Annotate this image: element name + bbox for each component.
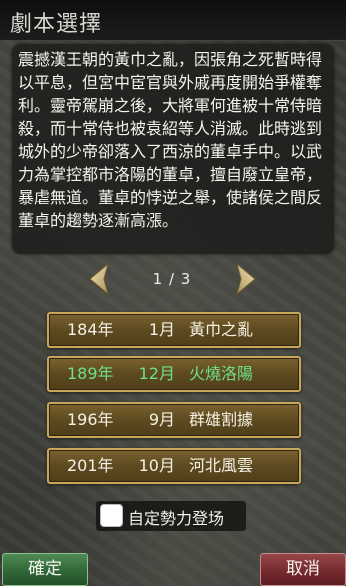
scenario-year: 196年 [67,410,114,429]
cancel-button[interactable]: 取消 [260,553,346,586]
scenario-button-189[interactable]: 189年 12月 火燒洛陽 [47,356,301,392]
page-title: 劇本選擇 [10,12,103,37]
scenario-name: 黃巾之亂 [189,320,254,339]
scenario-name: 河北風雲 [189,456,254,475]
left-arrow-icon[interactable] [86,262,112,296]
scenario-month: 10月 [138,456,175,475]
confirm-button[interactable]: 確定 [2,553,88,586]
page-indicator: 1 / 3 [152,270,192,288]
right-arrow-icon[interactable] [233,262,259,296]
scenario-month: 1月 [148,320,175,339]
scenario-year: 184年 [67,320,114,339]
pager: 1 / 3 [0,262,346,298]
scenario-button-201[interactable]: 201年 10月 河北風雲 [47,448,301,484]
title-bar: 劇本選擇 [0,0,346,41]
scenario-name: 群雄割據 [189,410,254,429]
scenario-month: 12月 [138,364,175,383]
scenario-year: 201年 [67,456,114,475]
scenario-year: 189年 [67,364,114,383]
scenario-description: 震撼漢王朝的黃巾之亂，因張角之死暫時得以平息，但宮中宦官與外戚再度開始爭權奪利。… [18,50,323,230]
custom-forces-label: 自定勢力登场 [128,509,225,528]
custom-forces-checkbox[interactable] [100,504,123,527]
scenario-button-196[interactable]: 196年 9月 群雄割據 [47,402,301,438]
scenario-name: 火燒洛陽 [189,364,254,383]
scenario-month: 9月 [148,410,175,429]
scenario-button-184[interactable]: 184年 1月 黃巾之亂 [47,312,301,348]
custom-forces-toggle[interactable]: 自定勢力登场 [96,501,246,531]
scenario-description-panel: 震撼漢王朝的黃巾之亂，因張角之死暫時得以平息，但宮中宦官與外戚再度開始爭權奪利。… [12,44,334,254]
